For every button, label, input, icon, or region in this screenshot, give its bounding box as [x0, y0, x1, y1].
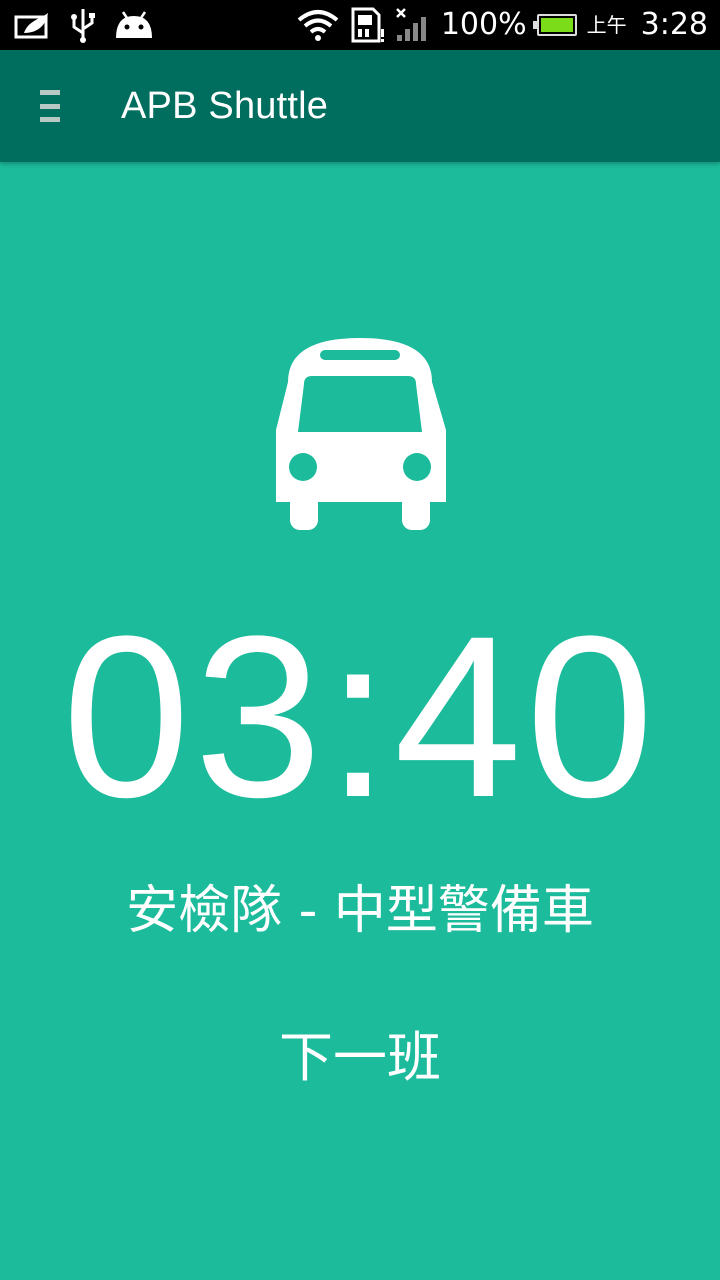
android-icon — [116, 11, 152, 38]
status-bar-left — [14, 7, 154, 43]
picture-icon — [14, 13, 48, 39]
app-title: APB Shuttle — [121, 84, 329, 127]
app-bar: APB Shuttle — [0, 50, 720, 162]
route-name: 安檢隊 - 中型警備車 — [126, 881, 594, 941]
usb-icon — [71, 9, 95, 43]
sim-icon — [351, 7, 384, 43]
status-bar-right: 100% 上午 3:28 — [297, 7, 708, 43]
next-departure-label[interactable]: 下一班 — [0, 1026, 720, 1091]
bus-icon — [276, 338, 446, 530]
main-content: 03:40 安檢隊 - 中型警備車 下一班 — [0, 162, 720, 1280]
countdown-timer: 03:40 — [62, 588, 658, 845]
battery-percent: 100% — [440, 7, 527, 42]
status-bar: 100% 上午 3:28 — [0, 0, 720, 50]
signal-icon — [395, 8, 426, 41]
battery-icon — [532, 14, 577, 36]
status-clock: 3:28 — [640, 7, 708, 42]
clock-ampm: 上午 — [586, 13, 627, 37]
menu-icon[interactable] — [40, 90, 62, 122]
wifi-icon — [297, 10, 339, 41]
